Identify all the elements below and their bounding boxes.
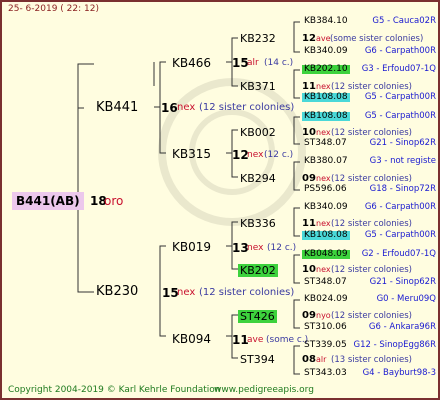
gen4-id: PS596.06: [304, 184, 347, 194]
gen2-note: (12 c.): [267, 243, 297, 253]
gen2-id: KB094: [172, 332, 212, 346]
gen4-id: KB108.08: [302, 230, 350, 240]
gen3-id: KB232: [240, 32, 276, 45]
gen1-id: KB441: [96, 100, 139, 115]
gen4-location: G2 - Erfoud07-1Q: [361, 249, 436, 259]
gen3-number: 10: [302, 127, 316, 138]
gen3-origin: nex: [316, 82, 331, 91]
footer-url-link[interactable]: www.pedigreeapis.org: [214, 386, 314, 395]
gen4-location: G12 - SinopEgg86R: [353, 340, 437, 350]
gen4-id: ST339.05: [304, 340, 347, 350]
gen4-id: KB380.07: [304, 156, 348, 166]
gen3-id: ST426: [238, 310, 277, 323]
gen2-origin: alr: [247, 58, 259, 68]
gen4-id: KB024.09: [304, 294, 348, 304]
gen2-id: KB019: [172, 240, 212, 254]
gen2-origin: nex: [247, 150, 264, 160]
gen4-location: G21 - Sinop62R: [369, 277, 436, 287]
gen3-id: KB336: [240, 217, 276, 230]
gen4-id: ST343.03: [304, 368, 347, 378]
gen4-id: KB048.09: [302, 249, 350, 259]
gen3-origin: nex: [316, 265, 331, 274]
gen3-number: 11: [302, 218, 316, 229]
gen3-origin: nyo: [316, 311, 331, 320]
gen4-id: KB202.10: [302, 64, 350, 74]
gen3-id: KB294: [240, 172, 276, 185]
gen2-origin: nex: [247, 243, 264, 253]
gen4-id: KB340.09: [304, 46, 348, 56]
gen3-id: KB002: [240, 126, 276, 139]
gen3-origin: nex: [316, 174, 331, 183]
gen4-location: G3 - not registe: [369, 156, 436, 166]
gen3-origin: nex: [316, 219, 331, 228]
gen3-number: 12: [302, 33, 316, 44]
gen2-id: KB315: [172, 147, 212, 161]
gen1-origin: nex: [177, 287, 196, 298]
gen4-id: KB108.08: [302, 111, 350, 121]
gen1-note: (12 sister colonies): [199, 287, 295, 298]
gen3-note: (13 sister colonies): [331, 355, 412, 365]
root-queen-id: B441(AB): [12, 192, 84, 210]
report-timestamp: 25- 6-2019 ( 22: 12): [8, 4, 99, 14]
gen3-number: 09: [302, 310, 316, 321]
gen3-number: 11: [302, 81, 316, 92]
gen3-number: 10: [302, 264, 316, 275]
gen3-note: (12 sister colonies): [331, 311, 412, 321]
gen4-location: G5 - Carpath00R: [364, 111, 436, 121]
gen3-note: (12 sister colonies): [331, 219, 412, 229]
gen3-id: ST394: [240, 353, 275, 366]
gen3-note: (12 sister colonies): [331, 265, 412, 275]
gen4-location: G5 - Carpath00R: [364, 230, 436, 240]
gen4-location: G4 - Bayburt98-3: [362, 368, 436, 378]
gen4-location: G6 - Carpath00R: [364, 202, 436, 212]
gen4-id: KB108.08: [302, 92, 350, 102]
gen3-note: (12 sister colonies): [331, 174, 412, 184]
gen4-id: KB340.09: [304, 202, 348, 212]
gen2-note: (12 c.): [264, 150, 294, 160]
root-origin: oro: [104, 194, 124, 208]
gen4-id: ST348.07: [304, 138, 347, 148]
gen3-number: 08: [302, 354, 316, 365]
gen4-id: KB384.10: [304, 16, 348, 26]
gen4-id: ST348.07: [304, 277, 347, 287]
gen4-location: G5 - Cauca02R: [372, 16, 436, 26]
gen1-number: 16: [161, 101, 178, 115]
gen2-note: (14 c.): [264, 58, 294, 68]
gen3-id: KB202: [238, 264, 278, 277]
gen1-origin: nex: [177, 102, 196, 113]
gen1-note: (12 sister colonies): [199, 102, 295, 113]
gen4-location: G6 - Carpath00R: [364, 46, 436, 56]
gen4-location: G21 - Sinop62R: [369, 138, 436, 148]
copyright-text: Copyright 2004-2019 © Karl Kehrle Founda…: [8, 385, 221, 395]
gen4-location: G3 - Erfoud07-1Q: [361, 64, 436, 74]
gen2-origin: ave: [247, 335, 264, 345]
gen4-location: G6 - Ankara96R: [368, 322, 436, 332]
gen3-origin: alr: [316, 355, 327, 364]
gen3-id: KB371: [240, 80, 276, 93]
gen4-location: G5 - Carpath00R: [364, 92, 436, 102]
gen3-note: (12 sister colonies): [331, 82, 412, 92]
gen1-id: KB230: [96, 284, 139, 299]
gen4-location: G0 - Meru09Q: [376, 294, 436, 304]
pedigree-frame: 25- 6-2019 ( 22: 12) Copyright 2004-2019…: [0, 0, 440, 400]
gen4-location: G18 - Sinop72R: [369, 184, 436, 194]
gen4-id: ST310.06: [304, 322, 347, 332]
gen3-number: 09: [302, 173, 316, 184]
gen3-origin: ave: [316, 34, 331, 43]
gen3-origin: nex: [316, 128, 331, 137]
gen3-note: (12 sister colonies): [331, 128, 412, 138]
gen3-note: (some sister colonies): [330, 34, 424, 44]
gen2-id: KB466: [172, 56, 212, 70]
